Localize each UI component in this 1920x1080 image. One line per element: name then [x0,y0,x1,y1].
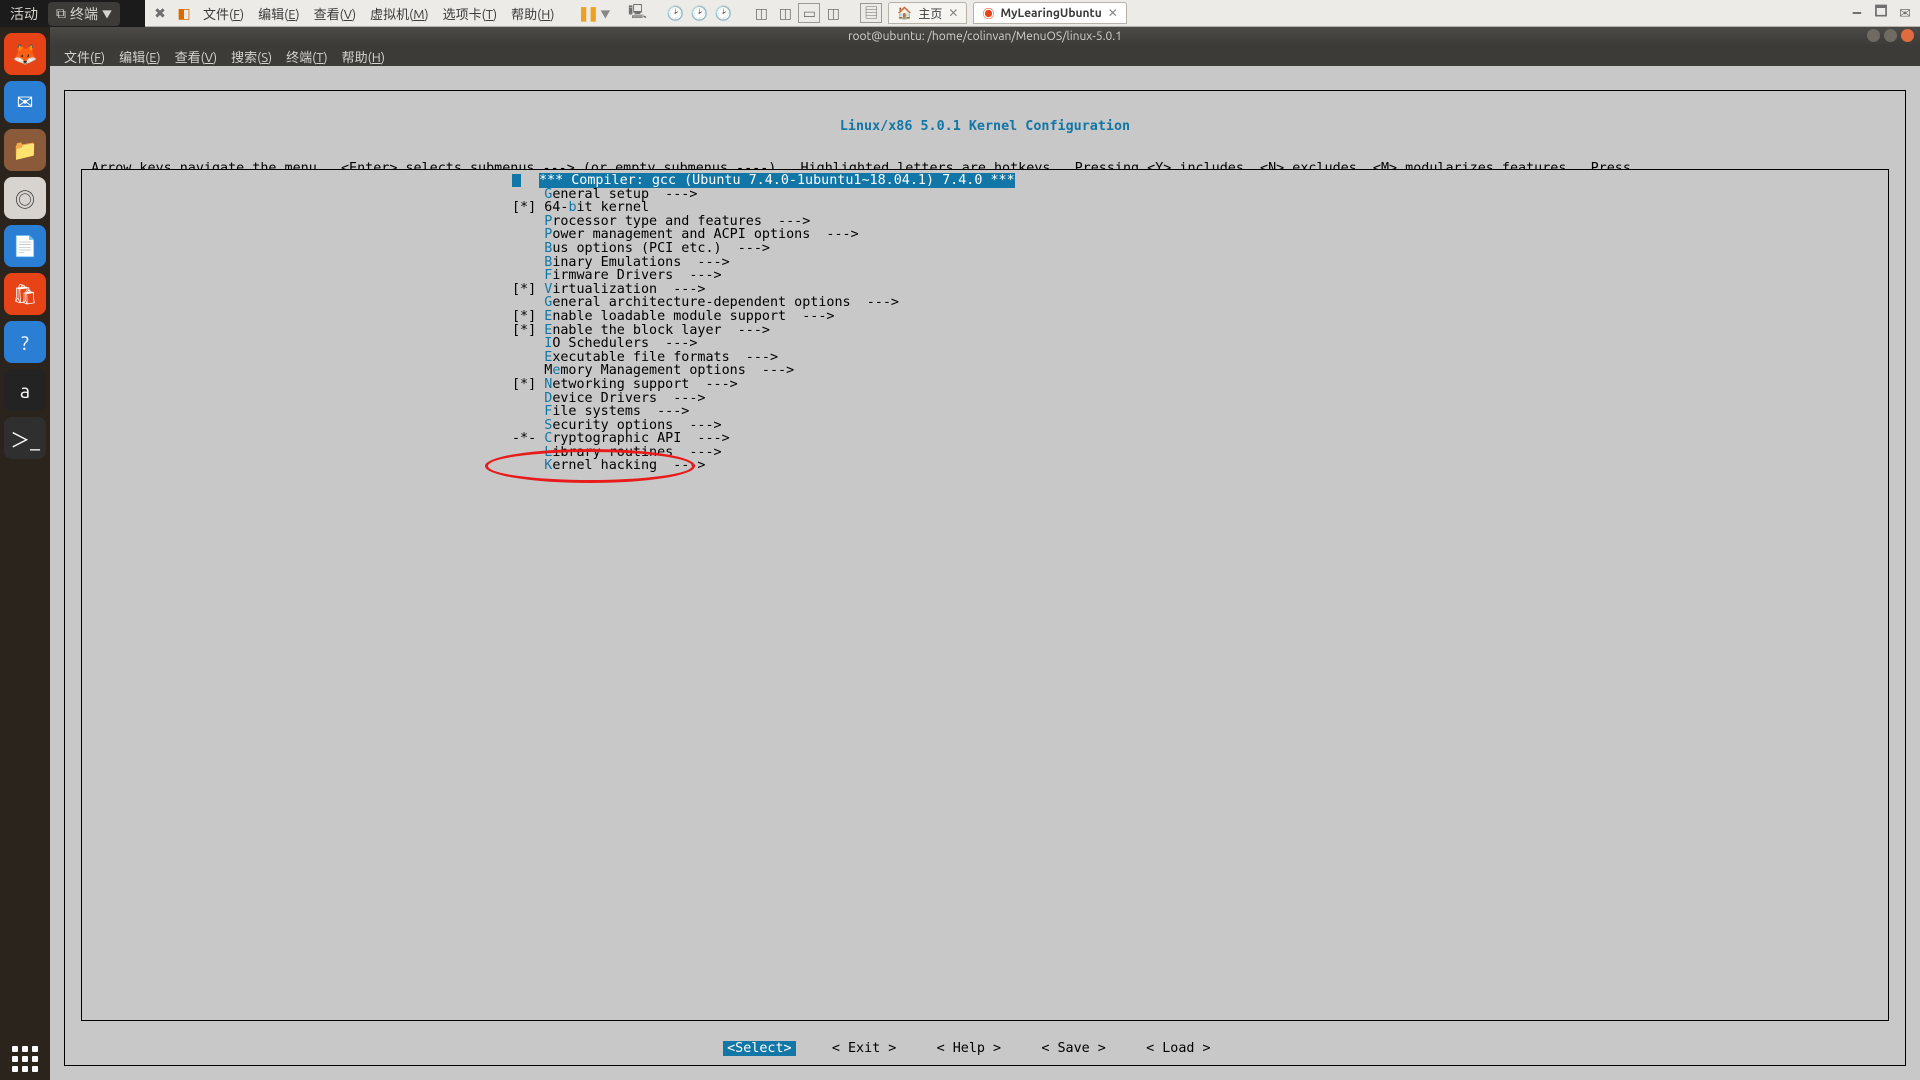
vm-menu-view[interactable]: 查看(V) [308,2,363,25]
vm-host-menubar: ✖ ◧ 文件(F) 编辑(E) 查看(V) 虚拟机(M) 选项卡(T) 帮助(H… [145,0,1920,27]
launcher-mail[interactable]: ✉ [4,81,46,123]
window-close-icon[interactable] [1901,29,1914,42]
pause-icon[interactable]: ❚❚ [576,3,598,23]
term-menu-view[interactable]: 查看(V) [169,47,224,66]
menuconfig-button[interactable]: < Load > [1142,1041,1215,1056]
menuconfig-item[interactable]: *** Compiler: gcc (Ubuntu 7.4.0-1ubuntu1… [82,174,1888,188]
home-icon: 🏠 [897,6,912,20]
menuconfig-item-mark [512,458,544,473]
menuconfig-item[interactable]: Kernel hacking ---> [82,459,1888,473]
fullscreen-icon[interactable]: ▭ [798,3,820,23]
menuconfig-button[interactable]: < Help > [933,1041,1006,1056]
menuconfig-item[interactable]: File systems ---> [82,405,1888,419]
menuconfig-item[interactable]: Power management and ACPI options ---> [82,228,1888,242]
split1-icon[interactable]: ◫ [750,3,772,23]
terminal-body[interactable]: .config - Linux/x86 5.0.1 Kernel Configu… [50,66,1920,1080]
term-menu-edit[interactable]: 编辑(E) [113,47,167,66]
launcher-software[interactable]: 🛍 [4,273,46,315]
clock3-icon[interactable]: 🕑 [712,3,734,23]
menuconfig-item[interactable]: [*] 64-bit kernel [82,201,1888,215]
menuconfig-button[interactable]: < Exit > [828,1041,901,1056]
ubuntu-icon: ◉ [982,5,994,22]
menuconfig-item[interactable]: Firmware Drivers ---> [82,269,1888,283]
current-app-label: 终端 [70,4,98,24]
library-icon[interactable]: ▤ [860,3,882,23]
vm-tab-label: MyLearingUbuntu [1000,7,1101,20]
close-icon[interactable]: ✕ [948,6,958,20]
menuconfig-item[interactable]: Executable file formats ---> [82,351,1888,365]
vm-menu-tabs[interactable]: 选项卡(T) [437,2,503,25]
current-app-indicator[interactable]: ⧉ 终端 ▼ [48,2,120,26]
menuconfig-item[interactable]: -*- Cryptographic API ---> [82,432,1888,446]
maximize-icon[interactable]: 🗖 [1870,3,1892,23]
pin-icon[interactable]: ✖ [149,3,171,23]
launcher-amazon[interactable]: a [4,369,46,411]
term-menu-search[interactable]: 搜索(S) [225,47,278,66]
launcher-firefox[interactable]: 🦊 [4,33,46,75]
menuconfig-item[interactable]: Binary Emulations ---> [82,256,1888,270]
chevron-down-icon: ▼ [102,6,112,21]
menuconfig-item[interactable]: Processor type and features ---> [82,215,1888,229]
menuconfig-item[interactable]: [*] Enable loadable module support ---> [82,310,1888,324]
launcher-help[interactable]: ? [4,321,46,363]
menuconfig-buttons: <Select> < Exit > < Help > < Save > < Lo… [65,1042,1905,1055]
close-window-icon[interactable]: ✉ [1894,3,1916,23]
terminal-icon: ⧉ [56,5,66,22]
menuconfig-item[interactable]: IO Schedulers ---> [82,337,1888,351]
menuconfig-item[interactable]: [*] Networking support ---> [82,378,1888,392]
vm-menu-help[interactable]: 帮助(H) [505,2,560,25]
term-menu-help[interactable]: 帮助(H) [336,47,391,66]
unity-launcher: 🦊 ✉ 📁 ◎ 📄 🛍 ? a ＞_ [0,27,50,1080]
activities-label[interactable]: 活动 [10,4,38,24]
window-minimize-icon[interactable] [1867,29,1880,42]
vm-tab-guest[interactable]: ◉ MyLearingUbuntu ✕ [973,2,1126,24]
menuconfig-item[interactable]: Bus options (PCI etc.) ---> [82,242,1888,256]
unity-icon[interactable]: ◫ [822,3,844,23]
menuconfig-item[interactable]: [*] Virtualization ---> [82,283,1888,297]
menuconfig-item[interactable]: Library routines ---> [82,446,1888,460]
vm-tab-home[interactable]: 🏠 主页 ✕ [888,2,967,24]
launcher-terminal[interactable]: ＞_ [4,417,46,459]
menuconfig-button[interactable]: < Save > [1037,1041,1110,1056]
launcher-files[interactable]: 📁 [4,129,46,171]
launcher-writer[interactable]: 📄 [4,225,46,267]
vm-menu-edit[interactable]: 编辑(E) [252,2,306,25]
close-icon[interactable]: ✕ [1108,6,1118,20]
vm-tab-label: 主页 [918,5,942,22]
menuconfig-item[interactable]: [*] Enable the block layer ---> [82,324,1888,338]
split2-icon[interactable]: ◫ [774,3,796,23]
terminal-window: root@ubuntu: /home/colinvan/MenuOS/linux… [50,27,1920,1080]
clock2-icon[interactable]: 🕑 [688,3,710,23]
snapshot-icon[interactable]: 🖳 [626,3,648,23]
clock1-icon[interactable]: 🕑 [664,3,686,23]
vm-logo-icon[interactable]: ◧ [173,3,195,23]
terminal-menubar: 文件(F) 编辑(E) 查看(V) 搜索(S) 终端(T) 帮助(H) [50,46,1920,66]
cursor-icon [512,174,521,187]
launcher-rhythmbox[interactable]: ◎ [4,177,46,219]
terminal-title: root@ubuntu: /home/colinvan/MenuOS/linux… [848,30,1122,43]
menuconfig-list[interactable]: *** Compiler: gcc (Ubuntu 7.4.0-1ubuntu1… [81,169,1889,1021]
term-menu-file[interactable]: 文件(F) [58,47,111,66]
launcher-apps[interactable] [4,1038,46,1080]
window-maximize-icon[interactable] [1884,29,1897,42]
chevron-down-icon[interactable]: ▼ [600,6,610,21]
menuconfig-item[interactable]: General architecture-dependent options -… [82,296,1888,310]
vm-menu-vm[interactable]: 虚拟机(M) [364,2,435,25]
minimize-icon[interactable]: 🗕 [1846,3,1868,23]
menuconfig-title: Linux/x86 5.0.1 Kernel Configuration [65,120,1905,133]
menuconfig-item[interactable]: General setup ---> [82,188,1888,202]
apps-grid-icon [12,1046,38,1072]
terminal-titlebar: root@ubuntu: /home/colinvan/MenuOS/linux… [50,27,1920,46]
gnome-left: 活动 ⧉ 终端 ▼ [10,2,120,26]
menuconfig-item[interactable]: Security options ---> [82,419,1888,433]
menuconfig-item[interactable]: Memory Management options ---> [82,364,1888,378]
menuconfig-item[interactable]: Device Drivers ---> [82,392,1888,406]
menuconfig-item-label: ernel hacking ---> [552,458,705,473]
vm-menu-file[interactable]: 文件(F) [197,2,250,25]
term-menu-terminal[interactable]: 终端(T) [280,47,333,66]
menuconfig-button[interactable]: <Select> [723,1041,796,1056]
menuconfig-frame: Linux/x86 5.0.1 Kernel Configuration Arr… [64,90,1906,1066]
